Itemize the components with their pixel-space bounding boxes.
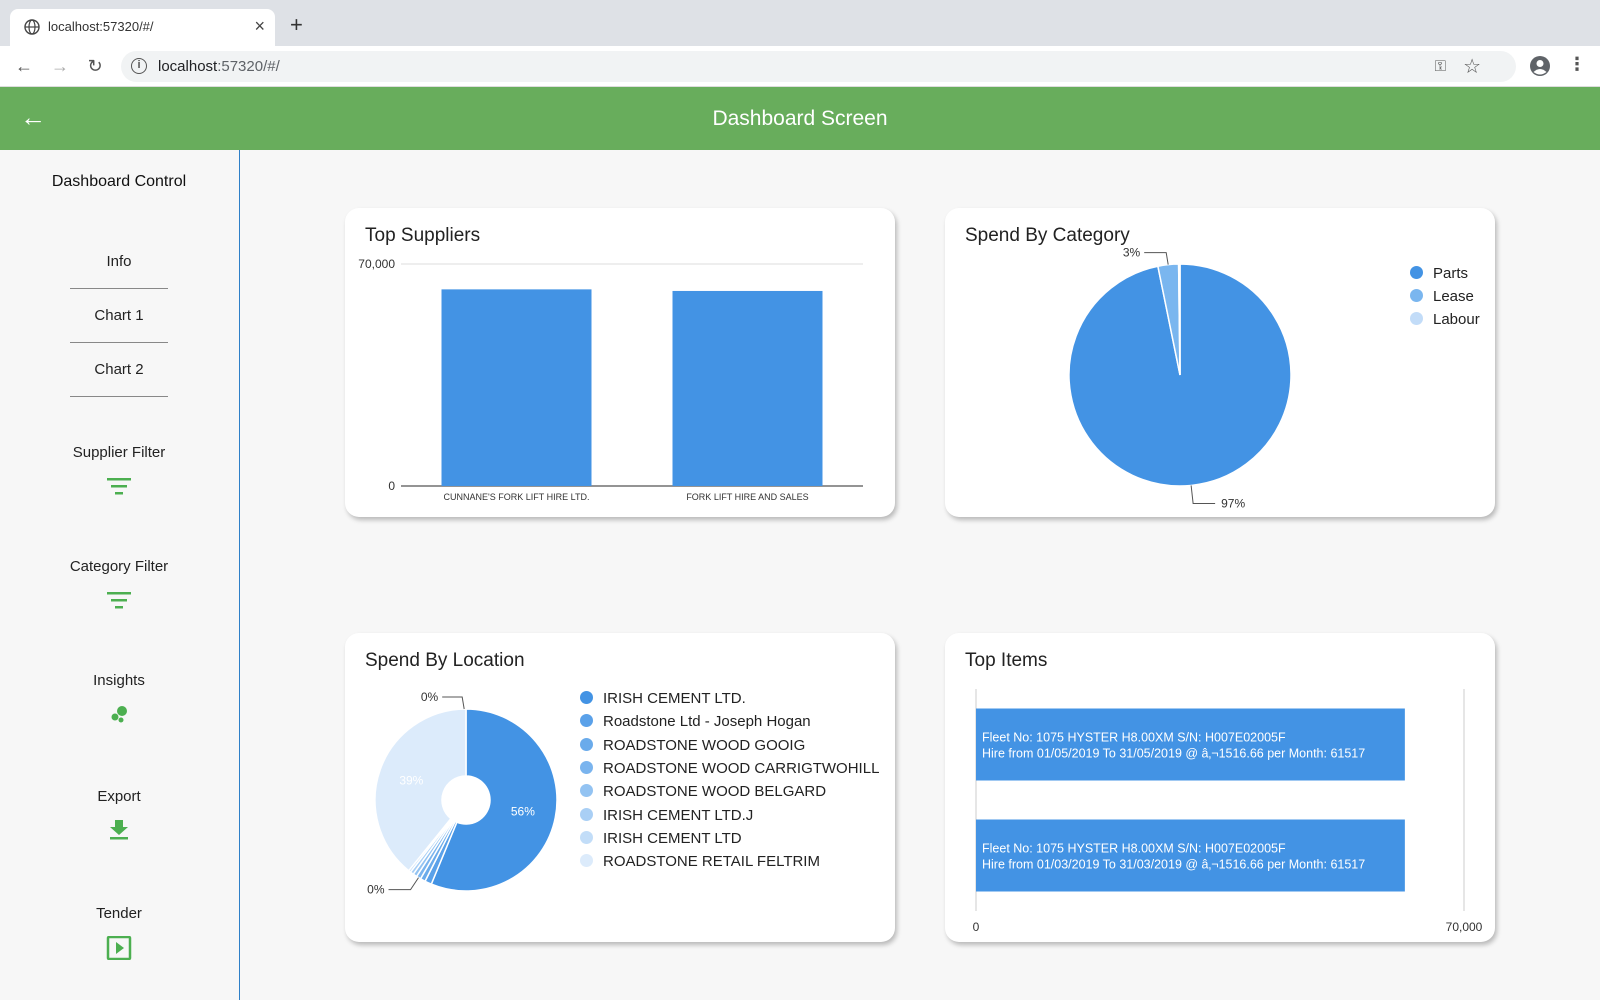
sidebar-link-chart-2[interactable]: Chart 2: [70, 343, 168, 397]
star-icon[interactable]: ☆: [1463, 54, 1481, 79]
tender-button[interactable]: Tender: [0, 905, 238, 960]
legend-label: IRISH CEMENT LTD.J: [603, 806, 754, 824]
key-icon[interactable]: ⚿: [1435, 58, 1446, 75]
bar-label: Hire from 01/03/2019 To 31/03/2019 @ â‚¬…: [982, 858, 1365, 872]
reload-icon[interactable]: ↻: [84, 55, 106, 77]
browser-toolbar: ← → ↻ i localhost:57320/#/ ⚿ ☆ ⋮: [0, 46, 1600, 87]
legend-label: ROADSTONE WOOD BELGARD: [603, 783, 827, 801]
data-label: 3%: [1123, 246, 1141, 260]
legend-item[interactable]: ROADSTONE RETAIL FELTRIM: [580, 853, 820, 870]
bar: [976, 819, 1405, 892]
legend-swatch: [580, 760, 593, 774]
browser-tab-bar: localhost:57320/#/ × +: [0, 0, 1600, 46]
spend-by-category-chart: 97% 3%: [1068, 246, 1292, 510]
y-tick-label: 0: [388, 479, 395, 493]
legend-item[interactable]: Roadstone Ltd - Joseph Hogan: [580, 713, 811, 730]
globe-icon: [24, 19, 40, 35]
legend-item[interactable]: Lease: [1410, 288, 1474, 305]
profile-icon[interactable]: [1529, 55, 1551, 77]
bar: [976, 708, 1405, 781]
insights-button[interactable]: Insights: [0, 672, 238, 725]
legend-swatch: [580, 830, 593, 844]
y-tick-label: 70,000: [358, 257, 395, 271]
legend-swatch: [580, 854, 593, 868]
export-button[interactable]: Export: [0, 788, 238, 841]
browser-tab[interactable]: localhost:57320/#/ ×: [10, 9, 275, 46]
page-title: Dashboard Screen: [712, 107, 888, 130]
url-text: localhost:57320/#/: [158, 58, 280, 75]
legend-label: Lease: [1433, 288, 1474, 305]
data-label: 56%: [511, 804, 535, 818]
legend-swatch: [580, 714, 593, 728]
data-label: 39%: [399, 774, 423, 788]
download-icon: [110, 820, 128, 840]
new-tab-icon[interactable]: +: [290, 12, 303, 38]
legend-label: Labour: [1433, 311, 1480, 328]
top-items-chart: 0 70,000 Fleet No: 1075 HYSTER H8.00XM S/N…: [973, 689, 1483, 934]
legend-item[interactable]: IRISH CEMENT LTD: [580, 830, 742, 847]
leader-line: [1144, 252, 1169, 265]
supplier-filter-button[interactable]: Supplier Filter: [0, 444, 238, 497]
bar: [441, 289, 592, 486]
close-icon[interactable]: ×: [254, 16, 265, 37]
bar-label: Hire from 01/05/2019 To 31/05/2019 @ â‚¬…: [982, 747, 1365, 761]
play-box-icon: [106, 936, 132, 960]
info-icon[interactable]: i: [131, 58, 147, 74]
legend-label: IRISH CEMENT LTD: [603, 829, 742, 847]
category-filter-button[interactable]: Category Filter: [0, 558, 238, 611]
x-tick-label: CUNNANE'S FORK LIFT HIRE LTD.: [444, 492, 590, 502]
legend-item[interactable]: Labour: [1410, 311, 1480, 328]
sidebar-title: Dashboard Control: [51, 173, 187, 190]
filter-icon: [107, 478, 131, 495]
legend-item[interactable]: IRISH CEMENT LTD.: [580, 690, 746, 707]
legend-swatch: [580, 784, 593, 798]
legend-item[interactable]: ROADSTONE WOOD BELGARD: [580, 783, 826, 800]
legend-label: IRISH CEMENT LTD.: [603, 690, 746, 707]
legend-label: ROADSTONE WOOD GOOIG: [603, 736, 806, 754]
sidebar: Dashboard Control Info Chart 1 Chart 2 S…: [0, 150, 240, 1000]
legend-item[interactable]: IRISH CEMENT LTD.J: [580, 807, 753, 824]
spend-by-location-card: Spend By Location 56% 39% 0% 0% IRISH CEMEN…: [345, 633, 895, 942]
bar-label: Fleet No: 1075 HYSTER H8.00XM S/N: H007E…: [982, 842, 1286, 856]
filter-icon: [107, 592, 131, 609]
legend-item[interactable]: ROADSTONE WOOD CARRIGTWOHILL: [580, 760, 879, 777]
top-suppliers-card: Top Suppliers 70,000 0 CUNNANE'S FORK LIFT…: [345, 208, 895, 517]
x-tick-label: 0: [973, 920, 980, 934]
legend-label: Parts: [1433, 265, 1469, 282]
bubbles-icon: [111, 706, 127, 723]
legend-swatch: [1410, 266, 1423, 279]
leader-line: [388, 877, 419, 891]
legend-swatch: [580, 807, 593, 821]
data-label: 97%: [1221, 496, 1245, 510]
top-items-card: Top Items 0 70,000 Fleet No: 1075 HYSTER H…: [945, 633, 1495, 942]
legend-swatch: [580, 691, 593, 704]
bar: [672, 290, 823, 486]
legend-label: Roadstone Ltd - Joseph Hogan: [603, 713, 811, 731]
legend-item[interactable]: ROADSTONE WOOD GOOIG: [580, 737, 805, 754]
back-icon[interactable]: ←: [13, 55, 35, 77]
x-tick-label: FORK LIFT HIRE AND SALES: [686, 492, 808, 502]
legend-swatch: [580, 737, 593, 751]
bar-label: Fleet No: 1075 HYSTER H8.00XM S/N: H007E…: [982, 731, 1286, 745]
x-tick-label: 70,000: [1446, 920, 1483, 934]
spend-by-category-card: Spend By Category 97% 3% Parts Lease Labour: [945, 208, 1495, 517]
data-label: 0%: [421, 690, 439, 704]
forward-icon[interactable]: →: [49, 55, 71, 77]
legend-swatch: [1410, 289, 1423, 302]
sidebar-link-info[interactable]: Info: [70, 235, 168, 289]
legend-swatch: [1410, 312, 1423, 325]
data-label: 0%: [367, 883, 385, 897]
address-bar[interactable]: i localhost:57320/#/ ⚿ ☆: [121, 51, 1516, 82]
legend-item[interactable]: Parts: [1410, 265, 1468, 282]
app-bar: ← Dashboard Screen: [0, 87, 1600, 150]
menu-icon[interactable]: ⋮: [1568, 54, 1586, 75]
top-suppliers-chart: 70,000 0 CUNNANE'S FORK LIFT HIRE LTD. FORK…: [358, 257, 863, 502]
legend-label: ROADSTONE RETAIL FELTRIM: [603, 853, 820, 871]
tab-title: localhost:57320/#/: [48, 19, 154, 34]
leader-line: [1190, 485, 1216, 504]
sidebar-link-chart-1[interactable]: Chart 1: [70, 289, 168, 343]
legend-label: ROADSTONE WOOD CARRIGTWOHILL: [603, 759, 880, 777]
leader-line: [442, 696, 465, 710]
